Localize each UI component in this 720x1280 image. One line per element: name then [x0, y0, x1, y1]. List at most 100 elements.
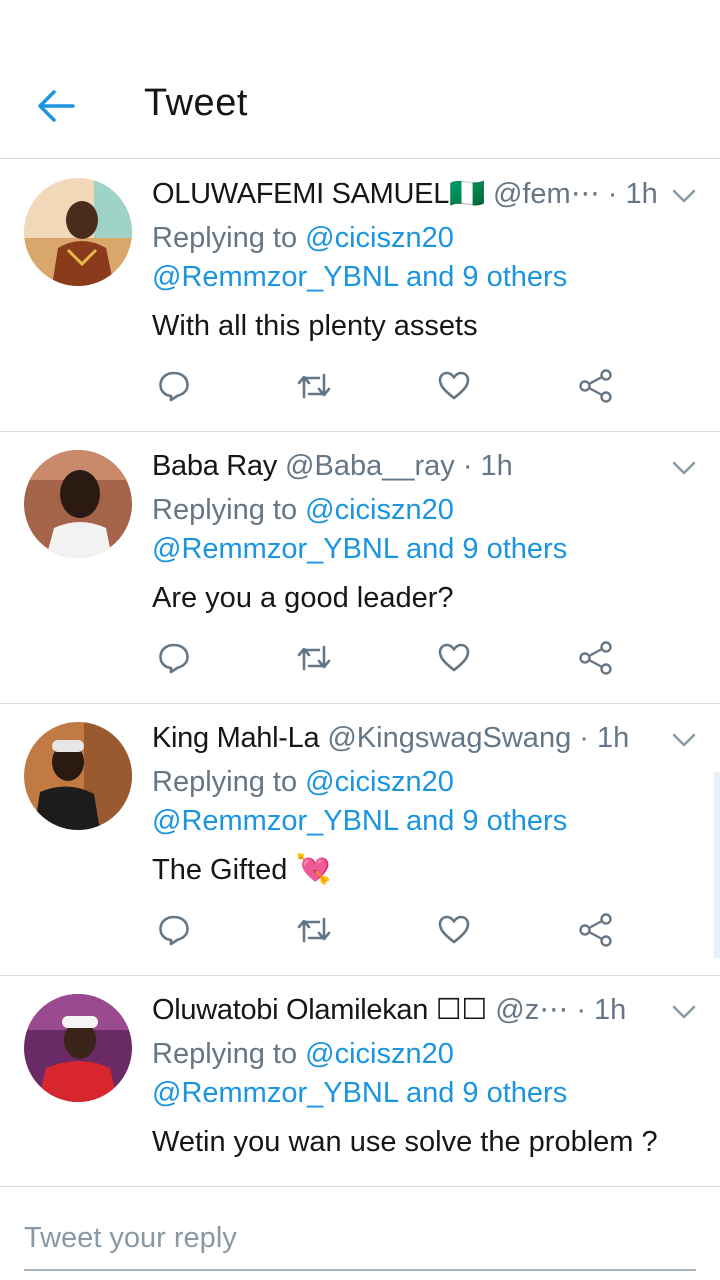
- back-button[interactable]: [30, 80, 82, 132]
- tweet-item[interactable]: King Mahl-La @KingswagSwang · 1h Replyin…: [0, 704, 720, 976]
- like-button[interactable]: [434, 366, 474, 406]
- tweet-time: 1h: [625, 178, 658, 210]
- tweet-text: With all this plenty assets: [152, 310, 478, 342]
- replying-to-line-2: @Remmzor_YBNL and 9 others: [152, 1073, 567, 1113]
- replying-to-line-2: @Remmzor_YBNL and 9 others: [152, 529, 567, 569]
- retweet-icon: [297, 917, 331, 943]
- tweet-time: 1h: [594, 994, 627, 1026]
- status-bar-area: [0, 0, 720, 56]
- reply-button[interactable]: [154, 638, 194, 678]
- retweet-button[interactable]: [294, 366, 334, 406]
- separator-dot: ·: [579, 722, 597, 754]
- mention-link[interactable]: @ciciszn20: [305, 766, 454, 798]
- display-name[interactable]: Baba Ray: [152, 450, 277, 482]
- user-handle[interactable]: @KingswagSwang: [327, 722, 571, 754]
- user-handle[interactable]: @fem⋯: [493, 178, 600, 210]
- separator-dot: ·: [576, 994, 595, 1026]
- mention-link[interactable]: @Remmzor_YBNL: [152, 261, 398, 293]
- tweet-header: Baba Ray @Baba__ray · 1h: [152, 446, 660, 486]
- replying-to-line: Replying to @ciciszn20: [152, 490, 454, 530]
- tweet-actions: [152, 366, 632, 406]
- replying-to-label: Replying to: [152, 222, 298, 254]
- replying-to-label: Replying to: [152, 1038, 298, 1070]
- heart-icon: [438, 915, 470, 944]
- mention-link[interactable]: @ciciszn20: [305, 1038, 454, 1070]
- others-link[interactable]: and 9 others: [406, 261, 567, 293]
- tweet-time: 1h: [596, 722, 630, 754]
- replying-to-label: Replying to: [152, 766, 298, 798]
- share-button[interactable]: [576, 638, 616, 678]
- replying-to-line: Replying to @ciciszn20: [152, 1034, 454, 1074]
- others-link[interactable]: and 9 others: [406, 805, 567, 837]
- scrollbar[interactable]: [714, 772, 720, 958]
- separator-dot: ·: [607, 178, 626, 210]
- reply-compose-bar: [0, 1186, 720, 1280]
- replying-to-label: Replying to: [152, 494, 298, 526]
- replies-feed[interactable]: OLUWAFEMI SAMUEL🇳🇬 @fem⋯ · 1h Replying t…: [0, 160, 720, 1186]
- share-icon: [579, 641, 612, 675]
- heart-icon: [438, 371, 470, 400]
- replying-to-line: Replying to @ciciszn20: [152, 762, 454, 802]
- chevron-down-icon[interactable]: [670, 1002, 698, 1022]
- avatar[interactable]: [24, 994, 132, 1102]
- tweet-header: OLUWAFEMI SAMUEL🇳🇬 @fem⋯ · 1h: [152, 174, 660, 214]
- share-button[interactable]: [576, 910, 616, 950]
- tweet-text: Are you a good leader?: [152, 582, 454, 614]
- separator-dot: ·: [462, 450, 481, 482]
- display-name[interactable]: King Mahl-La: [152, 722, 320, 754]
- replying-to-line-2: @Remmzor_YBNL and 9 others: [152, 801, 567, 841]
- mention-link[interactable]: @ciciszn20: [305, 494, 454, 526]
- share-button[interactable]: [576, 366, 616, 406]
- arrow-left-icon: [38, 90, 75, 122]
- tweet-header: Oluwatobi Olamilekan ☐☐ @z⋯ · 1h: [152, 990, 660, 1030]
- avatar-image: [24, 178, 132, 286]
- mention-link[interactable]: @Remmzor_YBNL: [152, 1077, 398, 1109]
- reply-button[interactable]: [154, 366, 194, 406]
- others-link[interactable]: and 9 others: [406, 533, 567, 565]
- others-link[interactable]: and 9 others: [406, 1077, 567, 1109]
- user-handle[interactable]: @Baba__ray: [285, 450, 455, 482]
- avatar-image: [24, 450, 132, 558]
- replying-to-line-2: @Remmzor_YBNL and 9 others: [152, 257, 567, 297]
- avatar[interactable]: [24, 178, 132, 286]
- retweet-button[interactable]: [294, 910, 334, 950]
- replying-to-line: Replying to @ciciszn20: [152, 218, 454, 258]
- mention-link[interactable]: @Remmzor_YBNL: [152, 805, 398, 837]
- reply-icon: [159, 371, 189, 402]
- like-button[interactable]: [434, 638, 474, 678]
- tweet-actions: [152, 638, 632, 678]
- tweet-text: Wetin you wan use solve the problem ?: [152, 1126, 658, 1158]
- like-button[interactable]: [434, 910, 474, 950]
- tweet-item[interactable]: Oluwatobi Olamilekan ☐☐ @z⋯ · 1h Replyin…: [0, 976, 720, 1186]
- tweet-text: The Gifted 💘: [152, 854, 332, 886]
- avatar[interactable]: [24, 450, 132, 558]
- heart-icon: [438, 643, 470, 672]
- retweet-icon: [297, 373, 331, 399]
- share-icon: [579, 913, 612, 947]
- display-name[interactable]: OLUWAFEMI SAMUEL🇳🇬: [152, 178, 485, 210]
- tweet-item[interactable]: Baba Ray @Baba__ray · 1h Replying to @ci…: [0, 432, 720, 704]
- tweet-item[interactable]: OLUWAFEMI SAMUEL🇳🇬 @fem⋯ · 1h Replying t…: [0, 160, 720, 432]
- chevron-down-icon[interactable]: [670, 458, 698, 478]
- page-title: Tweet: [144, 82, 248, 124]
- avatar-image: [24, 994, 132, 1102]
- retweet-icon: [297, 645, 331, 671]
- mention-link[interactable]: @ciciszn20: [305, 222, 454, 254]
- tweet-actions: [152, 910, 632, 950]
- chevron-down-icon[interactable]: [670, 730, 698, 750]
- tweet-time: 1h: [480, 450, 513, 482]
- tweet-header: King Mahl-La @KingswagSwang · 1h: [152, 718, 660, 758]
- share-icon: [579, 369, 612, 403]
- app-header: Tweet: [0, 56, 720, 159]
- chevron-down-icon[interactable]: [670, 186, 698, 206]
- reply-button[interactable]: [154, 910, 194, 950]
- reply-icon: [159, 643, 189, 674]
- reply-icon: [159, 915, 189, 946]
- reply-input[interactable]: [24, 1207, 696, 1271]
- display-name[interactable]: Oluwatobi Olamilekan ☐☐: [152, 994, 488, 1026]
- avatar[interactable]: [24, 722, 132, 830]
- user-handle[interactable]: @z⋯: [495, 994, 568, 1026]
- retweet-button[interactable]: [294, 638, 334, 678]
- mention-link[interactable]: @Remmzor_YBNL: [152, 533, 398, 565]
- avatar-image: [24, 722, 132, 830]
